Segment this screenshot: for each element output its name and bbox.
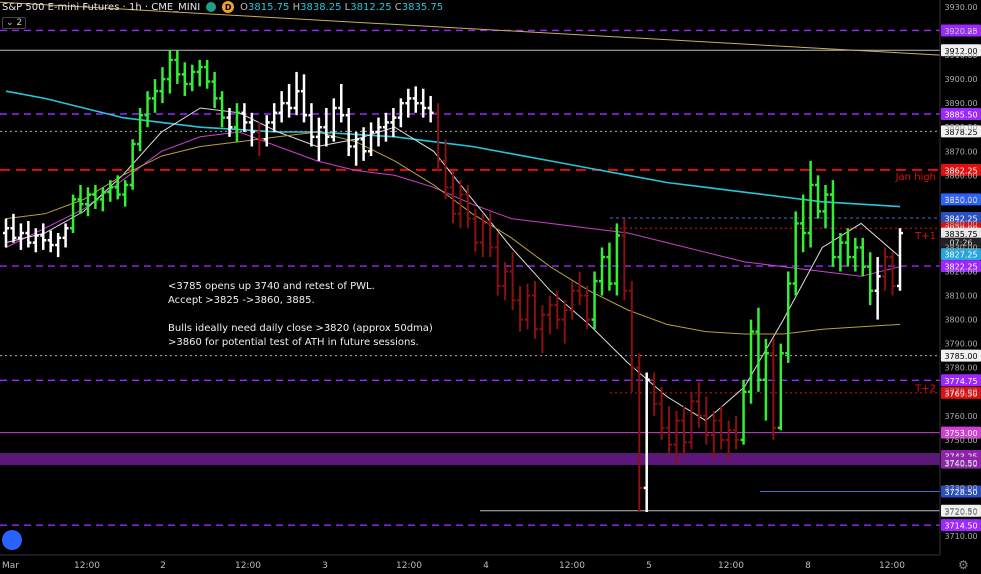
chart-background <box>0 0 981 574</box>
tradingview-logo-icon[interactable] <box>2 530 22 550</box>
y-tick-label: 3810.00 <box>944 292 977 301</box>
chart-header: S&P 500 E-mini Futures · 1h · CME_MINI D… <box>2 1 443 13</box>
price-tag-label: 3714.50 <box>944 522 977 531</box>
y-tick-label: 3730.00 <box>944 484 977 493</box>
level-band <box>0 453 940 466</box>
x-tick-label: 12:00 <box>559 561 585 571</box>
x-tick-label: 12:00 <box>235 561 261 571</box>
y-tick-label: 3850.00 <box>944 195 977 204</box>
y-tick-label: 3890.00 <box>944 99 977 108</box>
x-tick-label: 12:00 <box>879 561 905 571</box>
y-tick-label: 3870.00 <box>944 147 977 156</box>
x-tick-label: 12:00 <box>74 561 100 571</box>
x-tick-label: 12:00 <box>396 561 422 571</box>
x-tick-label: 12:00 <box>718 561 744 571</box>
y-tick-label: 3930.00 <box>944 3 977 12</box>
price-tag-label: 3774.75 <box>944 377 977 386</box>
ohlc-readout: O3815.75 H3838.25 L3812.25 C3835.75 <box>240 1 444 13</box>
annotation-note: <3785 opens up 3740 and retest of PWL. A… <box>168 281 433 348</box>
y-tick-label: 3800.00 <box>944 316 977 325</box>
x-tick-label: 2 <box>160 561 166 571</box>
x-tick-label: 3 <box>322 561 328 571</box>
x-tick-label: 4 <box>483 561 489 571</box>
y-tick-label: 3820.00 <box>944 268 977 277</box>
y-tick-label: 3830.00 <box>944 243 977 252</box>
x-tick-label: Mar <box>2 561 19 571</box>
y-tick-label: 3770.00 <box>944 388 977 397</box>
y-tick-label: 3860.00 <box>944 171 977 180</box>
y-tick-label: 3720.00 <box>944 508 977 517</box>
x-tick-label: 5 <box>646 561 652 571</box>
y-tick-label: 3900.00 <box>944 75 977 84</box>
price-tag-label: 3785.00 <box>944 352 977 361</box>
settings-gear-icon[interactable]: ⚙ <box>958 558 969 572</box>
y-tick-label: 3790.00 <box>944 340 977 349</box>
price-tag-label: 3885.50 <box>944 111 977 120</box>
delayed-badge: D <box>222 1 235 13</box>
y-tick-label: 3740.00 <box>944 460 977 469</box>
indicators-collapse-button[interactable]: ⌄ 2 <box>2 17 27 29</box>
price-chart[interactable]: 3920.253912.003885.503878.253862.25Jan h… <box>0 0 981 574</box>
y-tick-label: 3760.00 <box>944 412 977 421</box>
x-tick-label: 8 <box>805 561 811 571</box>
symbol-title[interactable]: S&P 500 E-mini Futures · 1h · CME_MINI <box>2 2 200 13</box>
y-tick-label: 3780.00 <box>944 364 977 373</box>
market-status-icon <box>206 2 217 12</box>
y-tick-label: 3880.00 <box>944 123 977 132</box>
y-tick-label: 3750.00 <box>944 436 977 445</box>
level-note: T+1 <box>914 231 936 242</box>
y-tick-label: 3910.00 <box>944 51 977 60</box>
y-tick-label: 3710.00 <box>944 532 977 541</box>
y-tick-label: 3920.00 <box>944 27 977 36</box>
level-note: Jan high <box>895 172 936 183</box>
y-tick-label: 3840.00 <box>944 219 977 228</box>
